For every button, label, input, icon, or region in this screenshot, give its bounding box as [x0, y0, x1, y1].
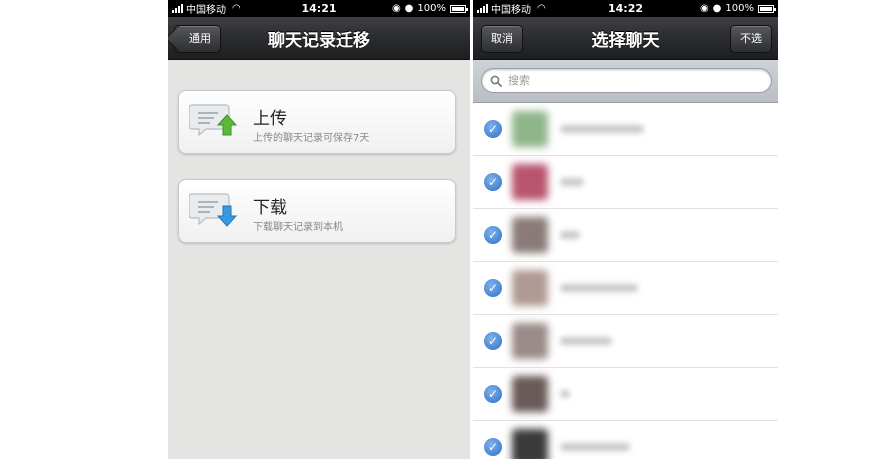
status-bar: 中国移动 ◠ 14:21 ◉ ● 100% [168, 0, 470, 17]
avatar [512, 323, 548, 359]
contact-row[interactable]: ✓ [473, 368, 778, 421]
contact-row[interactable]: ✓ [473, 262, 778, 315]
status-bar: 中国移动 ◠ 14:22 ◉ ● 100% [473, 0, 778, 17]
chat-download-icon [189, 193, 238, 227]
checkmark-icon[interactable]: ✓ [484, 385, 502, 403]
avatar [512, 429, 548, 459]
contact-name-blurred [560, 443, 630, 451]
checkmark-icon[interactable]: ✓ [484, 438, 502, 456]
contact-row[interactable]: ✓ [473, 156, 778, 209]
chat-upload-icon [189, 104, 238, 137]
checkmark-icon[interactable]: ✓ [484, 173, 502, 191]
contact-name-blurred [560, 125, 644, 133]
contact-list: ✓ ✓ ✓ ✓ ✓ ✓ ✓ [473, 103, 778, 459]
orientation-lock-icon: ◉ [699, 3, 709, 14]
contact-row[interactable]: ✓ [473, 421, 778, 459]
avatar [512, 111, 548, 147]
contact-row[interactable]: ✓ [473, 209, 778, 262]
checkmark-icon[interactable]: ✓ [484, 332, 502, 350]
upload-subtitle: 上传的聊天记录可保存7天 [253, 133, 370, 144]
search-icon [490, 75, 502, 87]
carrier-label: 中国移动 [491, 5, 531, 16]
left-screen: 中国移动 ◠ 14:21 ◉ ● 100% 通用 聊天记录迁移 上传 上传的聊天… [168, 0, 470, 459]
download-title: 下载 [253, 198, 287, 218]
battery-percent: 100% [417, 3, 446, 14]
page-title: 聊天记录迁移 [268, 30, 370, 51]
signal-icon [477, 4, 488, 13]
wifi-icon: ◠ [537, 3, 546, 14]
avatar [512, 164, 548, 200]
back-button[interactable]: 通用 [174, 25, 221, 53]
cancel-button[interactable]: 取消 [481, 25, 523, 53]
deselect-all-button[interactable]: 不选 [730, 25, 772, 53]
search-bar [473, 60, 778, 103]
contact-name-blurred [560, 337, 612, 345]
upload-title: 上传 [253, 109, 287, 129]
signal-icon [172, 4, 183, 13]
contact-row[interactable]: ✓ [473, 315, 778, 368]
search-input[interactable] [506, 73, 730, 88]
contact-name-blurred [560, 178, 584, 186]
nav-bar: 通用 聊天记录迁移 [168, 17, 470, 60]
contact-name-blurred [560, 231, 580, 239]
contact-name-blurred [560, 284, 638, 292]
checkmark-icon[interactable]: ✓ [484, 120, 502, 138]
right-screen: 中国移动 ◠ 14:22 ◉ ● 100% 取消 选择聊天 不选 ✓ ✓ ✓ ✓ ✓ ✓ ✓ [473, 0, 778, 459]
battery-percent: 100% [725, 3, 754, 14]
alarm-icon: ● [712, 3, 722, 14]
battery-icon [758, 4, 776, 13]
carrier-label: 中国移动 [186, 5, 226, 16]
avatar [512, 270, 548, 306]
wifi-icon: ◠ [232, 3, 241, 14]
download-subtitle: 下载聊天记录到本机 [253, 222, 343, 233]
search-field[interactable] [481, 68, 772, 93]
page-title: 选择聊天 [591, 30, 660, 51]
avatar [512, 376, 548, 412]
checkmark-icon[interactable]: ✓ [484, 226, 502, 244]
download-card[interactable]: 下载 下载聊天记录到本机 [178, 179, 456, 243]
nav-bar: 取消 选择聊天 不选 [473, 17, 778, 60]
alarm-icon: ● [404, 3, 414, 14]
orientation-lock-icon: ◉ [391, 3, 401, 14]
battery-icon [450, 4, 468, 13]
checkmark-icon[interactable]: ✓ [484, 279, 502, 297]
contact-row[interactable]: ✓ [473, 103, 778, 156]
avatar [512, 217, 548, 253]
upload-card[interactable]: 上传 上传的聊天记录可保存7天 [178, 90, 456, 154]
contact-name-blurred [560, 390, 570, 398]
